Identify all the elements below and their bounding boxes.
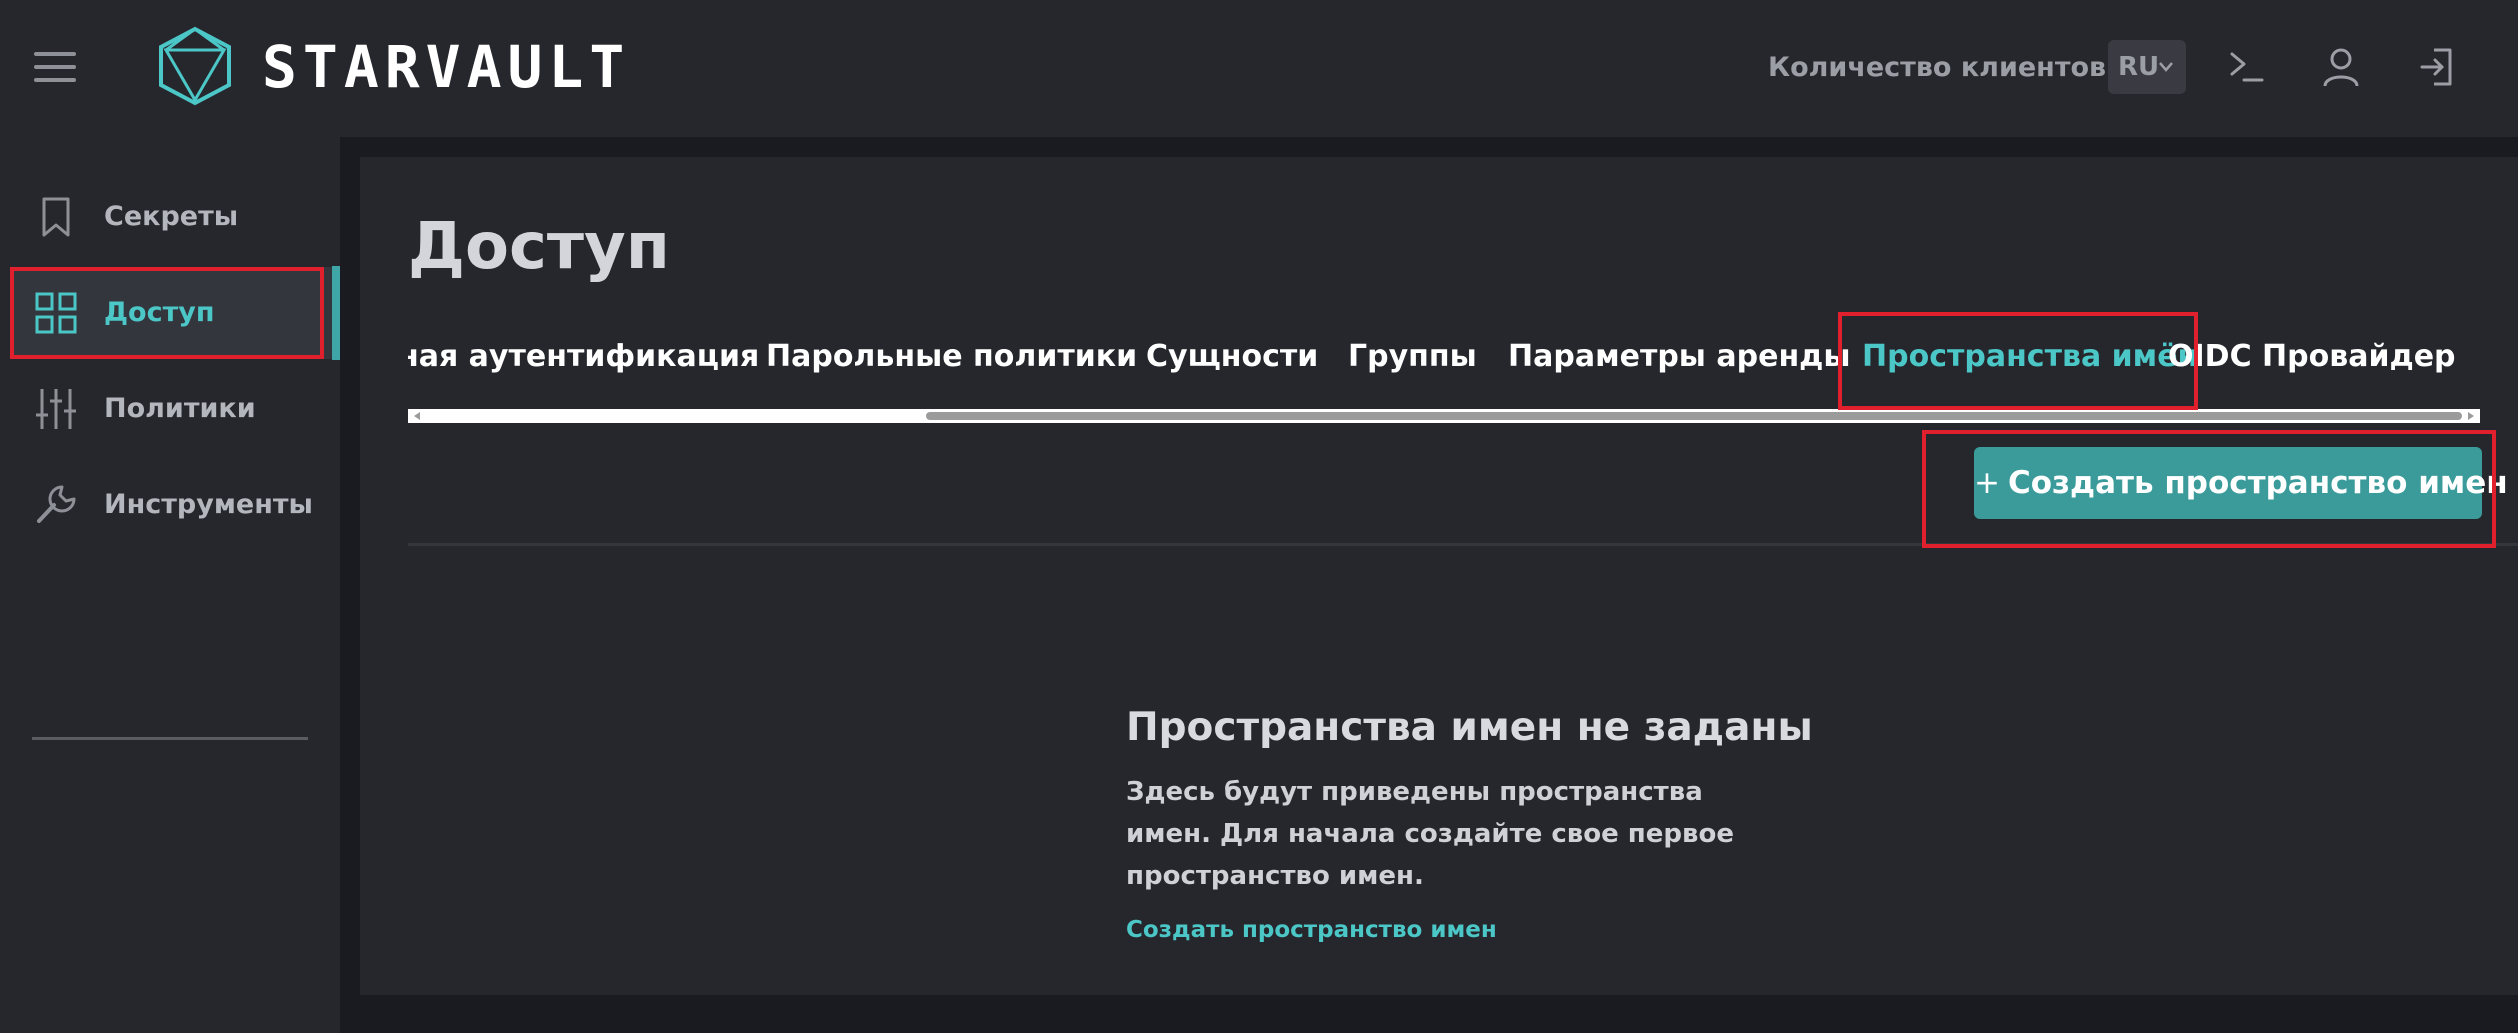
bookmark-icon xyxy=(42,197,70,237)
scroll-right-icon[interactable] xyxy=(2466,411,2476,421)
tabs-scrollbar[interactable] xyxy=(408,409,2480,423)
tab-oidc-provider[interactable]: OIDC Провайдер xyxy=(2168,337,2456,377)
sidebar-active-indicator xyxy=(332,266,340,360)
scrollbar-thumb[interactable] xyxy=(926,412,2462,420)
highlight-box-sidebar-access xyxy=(10,267,324,359)
menu-icon[interactable] xyxy=(34,52,76,82)
highlight-box-namespaces-tab xyxy=(1838,312,2198,410)
tab-lease-params[interactable]: Параметры аренды xyxy=(1508,337,1851,377)
logout-icon[interactable] xyxy=(2414,44,2460,90)
empty-state-title: Пространства имен не заданы xyxy=(1126,705,1813,750)
tab-password-policies[interactable]: Парольные политики xyxy=(766,337,1137,377)
brand-logo-text: STARVAULT xyxy=(262,33,631,101)
tab-entities[interactable]: Сущности xyxy=(1146,337,1318,377)
sidebar-item-label: Секреты xyxy=(104,201,239,232)
scroll-left-icon[interactable] xyxy=(412,411,422,421)
sidebar-divider xyxy=(32,737,308,740)
sliders-icon xyxy=(36,389,76,429)
chevron-down-icon xyxy=(2159,62,2173,72)
language-value: RU xyxy=(2118,52,2160,82)
sidebar-item-label: Политики xyxy=(104,393,256,424)
user-icon[interactable] xyxy=(2318,44,2364,90)
clients-count-link[interactable]: Количество клиентов xyxy=(1768,50,2106,86)
terminal-icon[interactable] xyxy=(2224,44,2270,90)
logo-icon xyxy=(159,26,231,106)
sidebar-item-policies[interactable]: Политики xyxy=(12,363,332,455)
highlight-box-create-button xyxy=(1922,430,2496,548)
top-header: STARVAULT Количество клиентов RU xyxy=(0,0,2518,137)
page-title: Доступ xyxy=(408,210,670,284)
tab-auth[interactable]: ная аутентификация xyxy=(408,337,759,377)
wrench-icon xyxy=(37,485,76,523)
empty-state-description: Здесь будут приведены пространства имен.… xyxy=(1126,777,1734,891)
language-select[interactable]: RU xyxy=(2108,40,2186,94)
sidebar-item-label: Инструменты xyxy=(104,489,313,520)
sidebar-item-secrets[interactable]: Секреты xyxy=(12,171,332,263)
tab-groups[interactable]: Группы xyxy=(1348,337,1477,377)
main-content: Доступ ная аутентификация Парольные поли… xyxy=(360,157,2518,995)
sidebar-item-tools[interactable]: Инструменты xyxy=(12,459,332,551)
empty-state-create-link[interactable]: Создать пространство имен xyxy=(1126,913,1497,947)
